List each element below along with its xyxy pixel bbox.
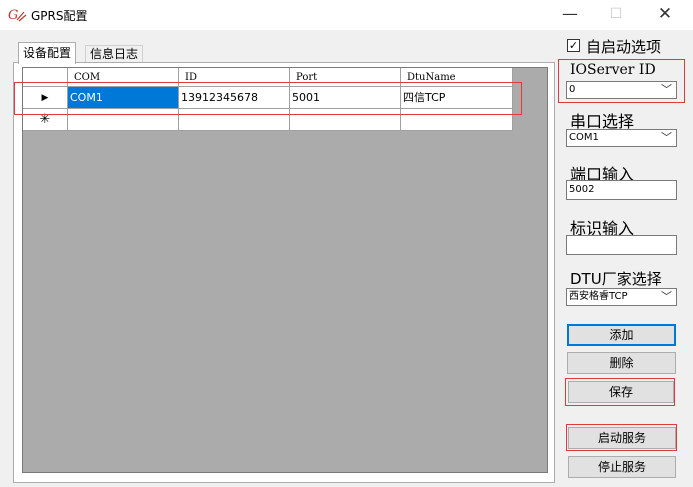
tab-device-config[interactable]: 设备配置	[18, 42, 77, 64]
maximize-button[interactable]: ☐	[593, 0, 639, 30]
tab-info-log[interactable]: 信息日志	[85, 45, 144, 63]
save-button[interactable]: 保存	[568, 381, 674, 403]
ident-input[interactable]	[566, 235, 677, 255]
data-grid[interactable]: COM ID Port DtuName ▶ COM1 13912345678 5…	[22, 67, 548, 473]
chevron-down-icon: ﹀	[661, 83, 672, 96]
ioserver-label: IOServer ID	[570, 62, 656, 78]
autostart-label: 自启动选项	[586, 38, 662, 56]
chevron-down-icon: ﹀	[661, 290, 672, 303]
svg-text:G: G	[8, 8, 18, 23]
start-service-button[interactable]: 启动服务	[568, 427, 676, 449]
window-title: GPRS配置	[31, 9, 88, 23]
app-logo-icon: G	[8, 7, 28, 23]
vendor-value: 西安格睿TCP	[569, 291, 628, 302]
delete-button[interactable]: 删除	[567, 352, 676, 374]
close-button[interactable]: ✕	[642, 0, 688, 30]
highlight-box-row	[14, 82, 522, 115]
autostart-checkbox[interactable]: ✓	[567, 39, 580, 52]
add-button[interactable]: 添加	[567, 324, 676, 346]
chevron-down-icon: ﹀	[661, 131, 672, 144]
vendor-combo[interactable]: 西安格睿TCP ﹀	[566, 288, 677, 306]
port-input[interactable]: 5002	[566, 180, 677, 200]
vendor-label: DTU厂家选择	[570, 270, 662, 288]
ioserver-value: 0	[569, 84, 576, 95]
serial-value: COM1	[569, 132, 599, 143]
serial-combo[interactable]: COM1 ﹀	[566, 129, 677, 147]
stop-service-button[interactable]: 停止服务	[568, 456, 676, 478]
minimize-button[interactable]: —	[547, 0, 593, 30]
ioserver-combo[interactable]: 0 ﹀	[566, 81, 677, 99]
